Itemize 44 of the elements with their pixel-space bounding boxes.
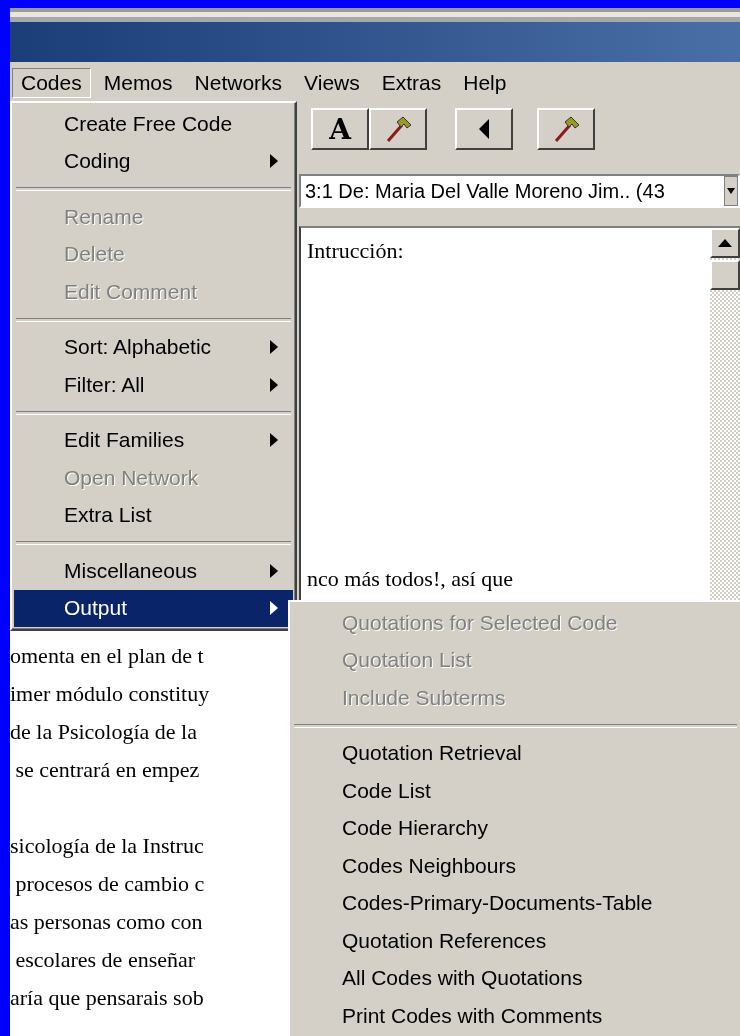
toolbar-button[interactable]: A [311, 108, 369, 150]
menu-item[interactable]: Edit Families [14, 421, 293, 459]
caret-icon [727, 188, 735, 194]
menu-bar-item[interactable]: Codes [12, 68, 91, 98]
menu-item[interactable]: Quotation Retrieval [292, 734, 739, 772]
menu-item[interactable]: Coding [14, 142, 293, 180]
menu-bar-item[interactable]: Extras [372, 68, 451, 98]
document-text-line: as personas como con [10, 908, 204, 936]
menu-bar-item[interactable]: Networks [185, 68, 292, 98]
document-heading: Intrucción: [307, 237, 405, 265]
document-text-line: aría que pensarais sob [10, 984, 205, 1012]
toolbar-button[interactable] [369, 108, 427, 150]
menu-item[interactable]: Code List [292, 772, 739, 810]
document-text-line: sicología de la Instruc [10, 832, 205, 860]
menu-item[interactable]: Codes-Primary-Documents-Table [292, 884, 739, 922]
menu-item[interactable]: Miscellaneous [14, 552, 293, 590]
document-selector[interactable]: 3:1 De: Maria Del Valle Moreno Jim.. (43 [299, 174, 740, 208]
document-text-line: se centrará en empez [14, 756, 201, 784]
menu-item[interactable]: Output [14, 589, 293, 627]
scroll-thumb[interactable] [710, 260, 740, 290]
document-text-line: omenta en el plan de t [10, 642, 205, 670]
menu-item[interactable]: Extra List [14, 496, 293, 534]
menu-item[interactable]: Filter: All [14, 366, 293, 404]
scroll-up-button[interactable] [710, 228, 740, 258]
menu-item[interactable]: Create Free Code [14, 105, 293, 143]
toolbar-button[interactable] [537, 108, 595, 150]
menu-bar-item[interactable]: Memos [94, 68, 182, 98]
menu-item[interactable]: Codes Neighbours [292, 847, 739, 885]
toolbar-button[interactable] [455, 108, 513, 150]
document-text-line: escolares de enseñar [14, 946, 197, 974]
menu-item[interactable]: Code Hierarchy [292, 809, 739, 847]
menu-item[interactable]: Quotation References [292, 922, 739, 960]
document-text-line: de la Psicología de la [10, 718, 198, 746]
document-text-line: procesos de cambio c [14, 870, 206, 898]
menu-bar-item[interactable]: Views [295, 68, 369, 98]
document-text-line: imer módulo constituy [10, 680, 211, 708]
left-triangle-icon [477, 118, 491, 140]
document-text-line: nco más todos!, así que [307, 565, 514, 593]
dropdown-button[interactable] [724, 176, 738, 206]
menu-item[interactable]: Print Codes with Comments [292, 997, 739, 1035]
menu-item[interactable]: Sort: Alphabetic [14, 328, 293, 366]
menu-item[interactable]: All Codes with Quotations [292, 959, 739, 997]
up-triangle-icon [718, 239, 732, 247]
menu-bar-item[interactable]: Help [454, 68, 516, 98]
